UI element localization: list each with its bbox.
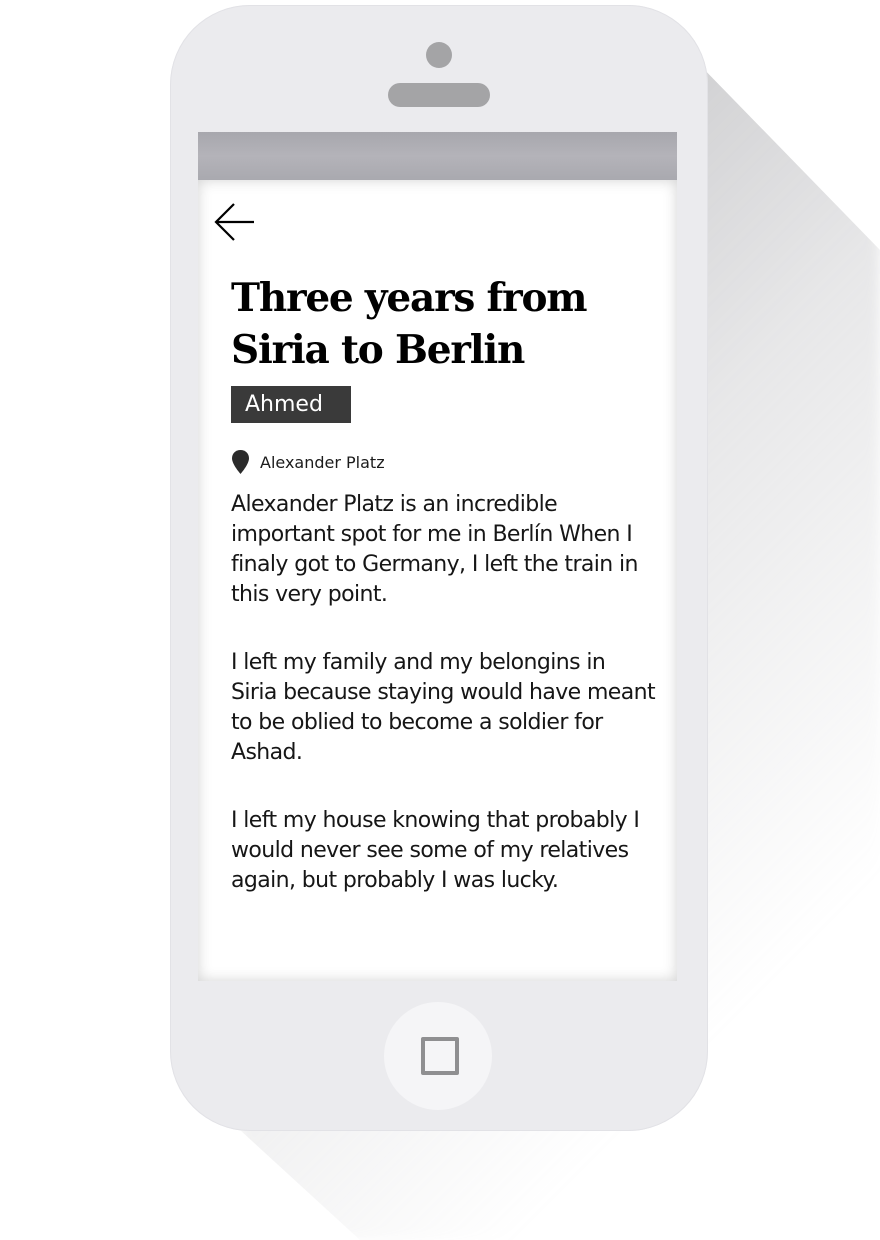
phone-frame: Three years from Siria to Berlin Ahmed A… [170,5,708,1131]
article-paragraph: I left my house knowing that probably I … [231,808,640,893]
home-square-icon [421,1037,459,1075]
status-bar [198,132,677,180]
article-paragraph: I left my family and my belongins in Sir… [231,650,656,765]
arrow-left-icon[interactable] [212,202,258,242]
earpiece-speaker [388,83,490,107]
author-badge[interactable]: Ahmed [231,386,351,423]
title-line-2: Siria to Berlin [231,327,525,373]
article-paragraph: Alexander Platz is an incredible importa… [231,492,639,607]
title-line-1: Three years from [231,275,588,321]
phone-screen: Three years from Siria to Berlin Ahmed A… [198,132,677,981]
article-title: Three years from Siria to Berlin [231,272,651,376]
location-row: Alexander Platz [231,448,385,476]
front-camera [426,42,452,68]
home-button[interactable] [384,1002,492,1110]
article-body: Alexander Platz is an incredible importa… [231,490,656,934]
location-label: Alexander Platz [260,452,385,472]
map-pin-icon [232,450,249,474]
mockup-stage: Three years from Siria to Berlin Ahmed A… [0,0,880,1240]
